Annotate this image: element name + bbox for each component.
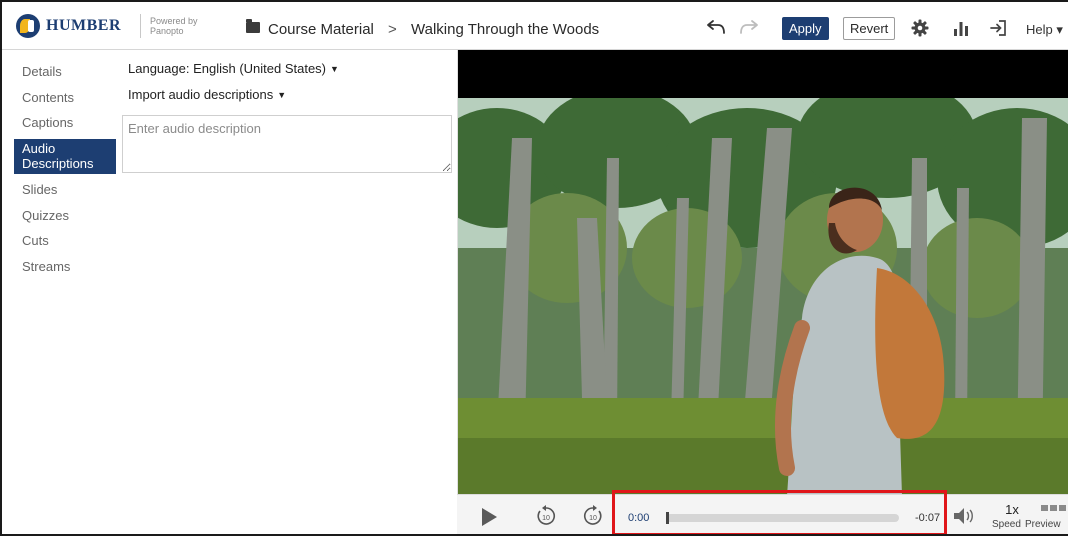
volume-icon[interactable]: [953, 507, 975, 525]
powered-by-line-2: Panopto: [150, 26, 184, 36]
stats-icon[interactable]: [953, 20, 969, 36]
chevron-down-icon: ▼: [330, 64, 339, 74]
svg-text:10: 10: [542, 515, 550, 522]
audio-description-input[interactable]: [122, 115, 452, 173]
play-icon[interactable]: [480, 507, 498, 527]
video-frame-image: [457, 98, 1068, 496]
rewind-10-icon[interactable]: 10: [534, 504, 558, 528]
forward-10-icon[interactable]: 10: [581, 504, 605, 528]
sidebar-item-contents[interactable]: Contents: [14, 88, 116, 107]
import-audio-descriptions-dropdown[interactable]: Import audio descriptions ▼: [128, 87, 286, 102]
breadcrumb-folder[interactable]: Course Material: [268, 21, 374, 38]
preview-label: Preview: [1025, 519, 1061, 530]
player-controls: 10 10 0:00 -0:07 1x Speed Preview: [457, 494, 1068, 534]
video-player[interactable]: [457, 50, 1068, 496]
breadcrumb-page-title: Walking Through the Woods: [411, 21, 600, 38]
language-label: Language: English (United States): [128, 61, 327, 76]
sidebar-item-slides[interactable]: Slides: [14, 180, 116, 199]
remaining-time: -0:07: [915, 512, 941, 524]
sidebar-item-details[interactable]: Details: [14, 62, 116, 81]
sidebar-item-cuts[interactable]: Cuts: [14, 231, 116, 250]
speed-value[interactable]: 1x: [1000, 502, 1024, 517]
gear-icon[interactable]: [911, 19, 929, 37]
humber-logo-mark: [16, 14, 40, 38]
seek-bar[interactable]: [666, 512, 899, 524]
language-dropdown[interactable]: Language: English (United States) ▼: [128, 61, 339, 76]
breadcrumb-separator: >: [388, 21, 397, 38]
header-bar: HUMBER Powered by Panopto Course Materia…: [2, 2, 1068, 50]
brand-name: HUMBER: [46, 17, 121, 34]
humber-logo: HUMBER: [16, 13, 121, 39]
sidebar-nav: Details Contents Captions Audio Descript…: [14, 62, 116, 282]
sidebar-item-streams[interactable]: Streams: [14, 257, 116, 276]
current-time: 0:00: [628, 512, 650, 524]
revert-button[interactable]: Revert: [843, 17, 896, 40]
folder-icon: [246, 19, 260, 33]
import-label: Import audio descriptions: [128, 87, 274, 102]
speed-label: Speed: [992, 519, 1021, 530]
apply-button[interactable]: Apply: [782, 17, 829, 40]
preview-icon[interactable]: [1041, 505, 1068, 511]
help-menu[interactable]: Help ▾: [1026, 22, 1063, 38]
logo-divider: [140, 14, 141, 38]
powered-by-line-1: Powered by: [150, 16, 198, 26]
sidebar-item-captions[interactable]: Captions: [14, 113, 116, 132]
panel-divider: [457, 50, 458, 534]
undo-icon[interactable]: [704, 19, 726, 35]
sidebar-item-audio-descriptions[interactable]: Audio Descriptions: [14, 138, 116, 174]
svg-text:10: 10: [589, 515, 597, 522]
exit-icon[interactable]: [989, 19, 1007, 37]
redo-icon[interactable]: [739, 19, 761, 35]
seek-thumb[interactable]: [666, 512, 669, 524]
powered-by: Powered by Panopto: [150, 16, 198, 36]
sidebar-item-quizzes[interactable]: Quizzes: [14, 206, 116, 225]
chevron-down-icon: ▼: [277, 90, 287, 100]
app-window: HUMBER Powered by Panopto Course Materia…: [0, 0, 1068, 536]
